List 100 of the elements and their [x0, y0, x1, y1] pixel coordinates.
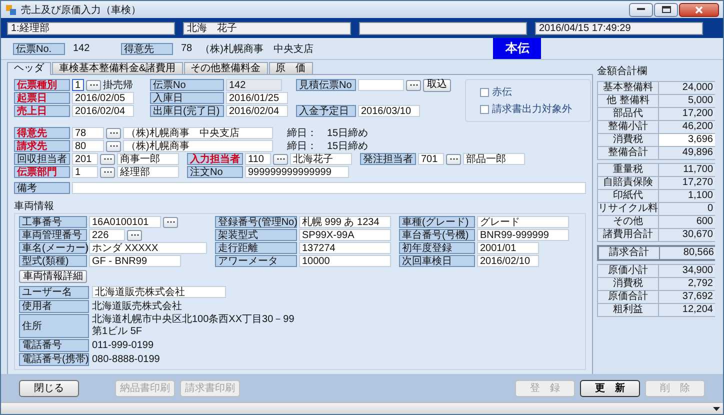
checkbox[interactable]: [480, 88, 489, 96]
app-icon: [5, 4, 17, 16]
field-label: 車両管理番号: [19, 229, 87, 241]
browse-button[interactable]: [446, 154, 461, 164]
text-field[interactable]: GF - BNR99: [89, 255, 181, 267]
timestamp-field: 2016/04/15 17:49:29: [535, 22, 703, 34]
field-label: 回収担当者: [14, 153, 70, 165]
summary-value: 17,270: [659, 177, 715, 189]
text-field[interactable]: （株)札幌商事: [123, 140, 273, 152]
text-field[interactable]: 78: [72, 127, 104, 139]
summary-value: 12,204: [659, 304, 715, 316]
text-field[interactable]: 80: [72, 140, 104, 152]
field-label: 架装型式: [215, 229, 297, 241]
info-text: 011-999-0199: [92, 340, 155, 352]
minimize-button[interactable]: [629, 2, 653, 16]
vehicle-detail-button[interactable]: 車両情報詳細: [19, 270, 87, 283]
text-field[interactable]: グレード: [477, 216, 569, 228]
slip-number: 142: [73, 43, 91, 54]
summary-label: 請求合計: [599, 247, 659, 259]
remarks-field[interactable]: [72, 182, 586, 194]
close-button[interactable]: [679, 2, 719, 16]
field-label: 請求先: [14, 140, 70, 152]
summary-value: 30,670: [659, 229, 715, 241]
action-button[interactable]: 更 新: [580, 380, 640, 396]
text-field[interactable]: 2016/02/04: [72, 105, 134, 117]
summary-label: 消費税: [598, 134, 658, 146]
text-field[interactable]: 経理部: [117, 166, 179, 178]
dropdown-icon[interactable]: [713, 406, 720, 410]
summary-label: 諸費用合計: [598, 229, 658, 241]
slip-status-badge: 本伝: [493, 38, 542, 59]
summary-value: 600: [659, 216, 715, 228]
summary-label: 粗利益: [598, 304, 658, 316]
text-field[interactable]: SP99X-99A: [299, 229, 391, 241]
summary-value[interactable]: 3,696: [659, 134, 715, 146]
field-label: 走行距離: [215, 242, 297, 254]
field-label: 伝票No: [150, 79, 224, 91]
text-field[interactable]: 北海道販売株式会社: [92, 286, 226, 298]
text-field[interactable]: 701: [418, 153, 444, 165]
text-field[interactable]: 北海花子: [290, 153, 352, 165]
browse-button[interactable]: [106, 128, 121, 138]
text-field[interactable]: （株)札幌商事 中央支店: [123, 127, 273, 139]
info-text: 第1ビル 5F: [92, 326, 144, 338]
text-field[interactable]: 部品一郎: [463, 153, 525, 165]
text-field[interactable]: 201: [72, 153, 98, 165]
maximize-button[interactable]: [654, 2, 678, 16]
summary-label: 基本整備料: [598, 82, 658, 94]
checkbox[interactable]: [480, 104, 489, 114]
user-field: 北海 花子: [183, 22, 351, 34]
text-field[interactable]: 16A0100101: [89, 216, 161, 228]
action-button[interactable]: 閉じる: [19, 380, 79, 396]
summary-label: 他 整備料: [598, 95, 658, 107]
text-field[interactable]: 札幌 999 あ 1234: [299, 216, 391, 228]
browse-button[interactable]: [406, 80, 421, 90]
text-field[interactable]: 1: [72, 166, 98, 178]
summary-value: 2,792: [659, 278, 715, 290]
browse-button[interactable]: [163, 216, 178, 228]
text-field[interactable]: [358, 79, 404, 91]
field-label: 車名(メーカー): [19, 242, 87, 254]
text-field[interactable]: 2001/01: [477, 242, 539, 254]
browse-button[interactable]: [127, 230, 142, 240]
info-text: 北海道札幌市中央区北100条西XX丁目30－99: [92, 314, 294, 326]
close-icon: [695, 6, 703, 14]
summary-value: 1,100: [659, 190, 715, 202]
summary-label: 整備合計: [598, 147, 658, 159]
field-label: 伝票部門: [14, 166, 70, 178]
text-field[interactable]: 10000: [299, 255, 391, 267]
field-label: 車種(グレード): [399, 216, 475, 228]
tab[interactable]: 原 価: [268, 62, 313, 74]
text-field[interactable]: 110: [245, 153, 271, 165]
import-button[interactable]: 取込: [423, 78, 451, 92]
text-field[interactable]: BNR99-999999: [477, 229, 569, 241]
summary-label: 原価合計: [598, 291, 658, 303]
summary-label: その他: [598, 216, 658, 228]
text-field[interactable]: 2016/02/05: [72, 92, 134, 104]
browse-button[interactable]: [273, 154, 288, 164]
tab[interactable]: ヘッダ: [7, 62, 51, 75]
browse-button[interactable]: [86, 80, 101, 90]
department-field: 1:経理部: [7, 22, 175, 34]
text-field[interactable]: 2016/02/04: [226, 105, 288, 117]
text-field[interactable]: 1: [72, 79, 84, 91]
text-field[interactable]: 226: [89, 229, 125, 241]
summary-value: 5,000: [659, 95, 715, 107]
browse-button[interactable]: [100, 166, 115, 178]
text-field[interactable]: 2016/02/10: [477, 255, 539, 267]
tab[interactable]: 車検基本整備料金&諸費用: [52, 62, 183, 74]
text-field[interactable]: ホンダ XXXXX: [89, 242, 207, 254]
text-field[interactable]: 999999999999999: [245, 166, 349, 178]
text-field[interactable]: 2016/03/10: [358, 105, 420, 117]
slip-type-name: 掛売帰: [103, 78, 133, 92]
browse-button[interactable]: [100, 154, 115, 164]
summary-label: 部品代: [598, 108, 658, 120]
info-text: 080-8888-0199: [92, 354, 161, 366]
browse-button[interactable]: [106, 140, 121, 152]
field-label: 得意先: [121, 42, 173, 54]
text-field[interactable]: 商事一郎: [117, 153, 179, 165]
field-label: 出庫日(完了日): [150, 105, 224, 117]
tab[interactable]: その他整備料金: [184, 62, 268, 74]
text-field[interactable]: 137274: [299, 242, 391, 254]
text-field[interactable]: 2016/01/25: [226, 92, 288, 104]
field-label: 入庫日: [150, 92, 224, 104]
